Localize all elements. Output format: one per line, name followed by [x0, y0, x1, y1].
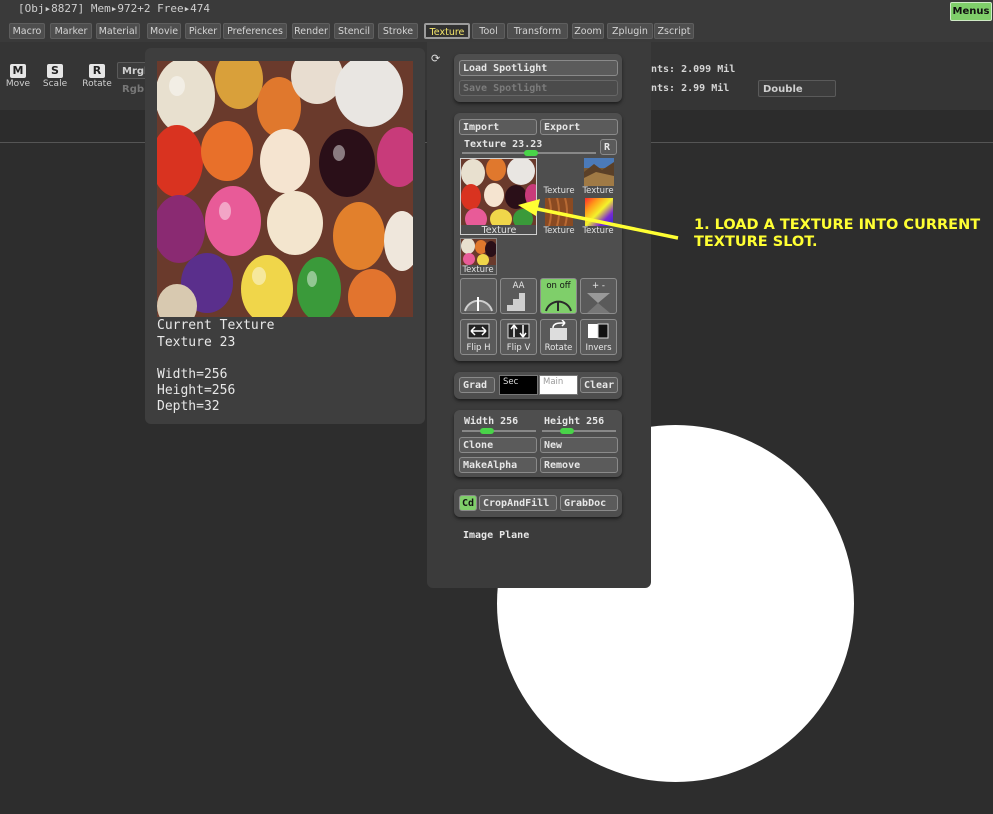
current-texture-image: [157, 61, 413, 317]
arithmetic-button[interactable]: + -: [580, 278, 617, 314]
memory-status: [Obj▸8827] Mem▸972+2 Free▸474: [18, 2, 211, 15]
total-points: nts: 2.99 Mil: [651, 83, 730, 94]
arith-label: + -: [592, 281, 605, 291]
invers-button[interactable]: Invers: [580, 319, 617, 355]
aa-icon: AA: [512, 281, 525, 291]
menu-zscript[interactable]: Zscript: [654, 23, 694, 39]
refresh-icon[interactable]: ⟳: [431, 52, 440, 65]
menu-transform[interactable]: Transform: [507, 23, 568, 39]
cd-toggle[interactable]: Cd: [459, 495, 477, 511]
height-slider-track[interactable]: [542, 430, 616, 432]
r-button[interactable]: R: [600, 139, 617, 155]
save-spotlight-button[interactable]: Save Spotlight: [459, 80, 618, 96]
texture-slider-name: Texture 23.: [464, 139, 531, 150]
current-texture-name: Texture 23: [157, 335, 236, 350]
antialias-button[interactable]: AA: [500, 278, 537, 314]
flip-h-label: Flip H: [466, 343, 491, 353]
height-slider-label[interactable]: Height 256: [544, 416, 604, 427]
makealpha-button[interactable]: MakeAlpha: [459, 457, 537, 473]
gradient-dial-button[interactable]: [460, 278, 497, 314]
clear-button[interactable]: Clear: [580, 377, 618, 393]
menu-marker[interactable]: Marker: [50, 23, 92, 39]
mrgb-button[interactable]: Mrgb: [117, 62, 151, 79]
flip-v-button[interactable]: Flip V: [500, 319, 537, 355]
grad-button[interactable]: Grad: [459, 377, 495, 393]
current-texture-heading: Current Texture: [157, 318, 275, 333]
rotate-button[interactable]: Rotate: [540, 319, 577, 355]
texture-depth: Depth=32: [157, 399, 220, 414]
move-button[interactable]: M Move: [0, 64, 36, 89]
load-spotlight-button[interactable]: Load Spotlight: [459, 60, 618, 76]
double-button[interactable]: Double: [758, 80, 836, 97]
width-slider-label[interactable]: Width 256: [464, 416, 518, 427]
slot-label-6: Texture: [462, 265, 494, 275]
main-color-swatch[interactable]: Main: [539, 375, 578, 395]
menu-movie[interactable]: Movie: [147, 23, 181, 39]
menu-preferences[interactable]: Preferences: [223, 23, 287, 39]
grabdoc-button[interactable]: GrabDoc: [560, 495, 618, 511]
remove-button[interactable]: Remove: [540, 457, 618, 473]
menu-render[interactable]: Render: [292, 23, 330, 39]
active-points: nts: 2.099 Mil: [651, 64, 736, 75]
menus-button[interactable]: Menus: [950, 2, 992, 21]
scale-icon: S: [47, 64, 63, 78]
rgb-button[interactable]: Rgb: [117, 80, 147, 97]
texture-height: Height=256: [157, 383, 236, 398]
height-slider-knob[interactable]: [560, 428, 574, 434]
move-label: Move: [5, 79, 31, 89]
clone-button[interactable]: Clone: [459, 437, 537, 453]
on-off-label: on off: [546, 281, 571, 291]
menu-macro[interactable]: Macro: [9, 23, 45, 39]
new-button[interactable]: New: [540, 437, 618, 453]
menu-stencil[interactable]: Stencil: [334, 23, 374, 39]
texture-slider-label[interactable]: Texture 23.23: [464, 139, 542, 150]
scale-button[interactable]: S Scale: [37, 64, 73, 89]
annotation-line-2: TEXTURE SLOT.: [694, 234, 818, 250]
import-button[interactable]: Import: [459, 119, 537, 135]
cropandfill-button[interactable]: CropAndFill: [479, 495, 557, 511]
menu-picker[interactable]: Picker: [185, 23, 221, 39]
secondary-color-swatch[interactable]: Sec: [499, 375, 538, 395]
image-plane-subpalette[interactable]: Image Plane: [463, 530, 529, 541]
menu-zplugin[interactable]: Zplugin: [607, 23, 653, 39]
annotation-arrow-icon: [518, 199, 679, 240]
export-button[interactable]: Export: [540, 119, 618, 135]
rotate-tool-button[interactable]: R Rotate: [79, 64, 115, 89]
flip-v-label: Flip V: [506, 343, 531, 353]
flip-h-button[interactable]: Flip H: [460, 319, 497, 355]
menu-texture[interactable]: Texture: [424, 23, 470, 39]
annotation-text: 1. LOAD A TEXTURE INTO CURRENT TEXTURE S…: [694, 217, 984, 251]
texture-width: Width=256: [157, 367, 228, 382]
width-slider-track[interactable]: [462, 430, 536, 432]
menu-stroke[interactable]: Stroke: [378, 23, 418, 39]
texture-slot-landscape[interactable]: [584, 158, 614, 186]
texture-slider-knob[interactable]: [524, 150, 538, 156]
dial-icon: [464, 297, 493, 312]
flip-h-icon: [467, 323, 490, 339]
flip-v-icon: [507, 323, 530, 339]
rotate-texture-label: Rotate: [544, 343, 573, 353]
texture-slider-value: 23: [530, 139, 543, 150]
annotation-line-1: 1. LOAD A TEXTURE INTO CURRENT: [694, 217, 981, 233]
on-off-toggle[interactable]: on off: [540, 278, 577, 314]
invers-label: Invers: [585, 343, 612, 353]
width-slider-knob[interactable]: [480, 428, 494, 434]
rotate-texture-icon: [550, 319, 567, 340]
menu-material[interactable]: Material: [96, 23, 140, 39]
invert-icon: [588, 323, 609, 339]
scale-label: Scale: [42, 79, 68, 89]
move-icon: M: [10, 64, 26, 78]
menu-tool[interactable]: Tool: [472, 23, 505, 39]
rotate-label: Rotate: [82, 79, 112, 89]
rotate-icon: R: [89, 64, 105, 78]
menu-zoom[interactable]: Zoom: [572, 23, 604, 39]
